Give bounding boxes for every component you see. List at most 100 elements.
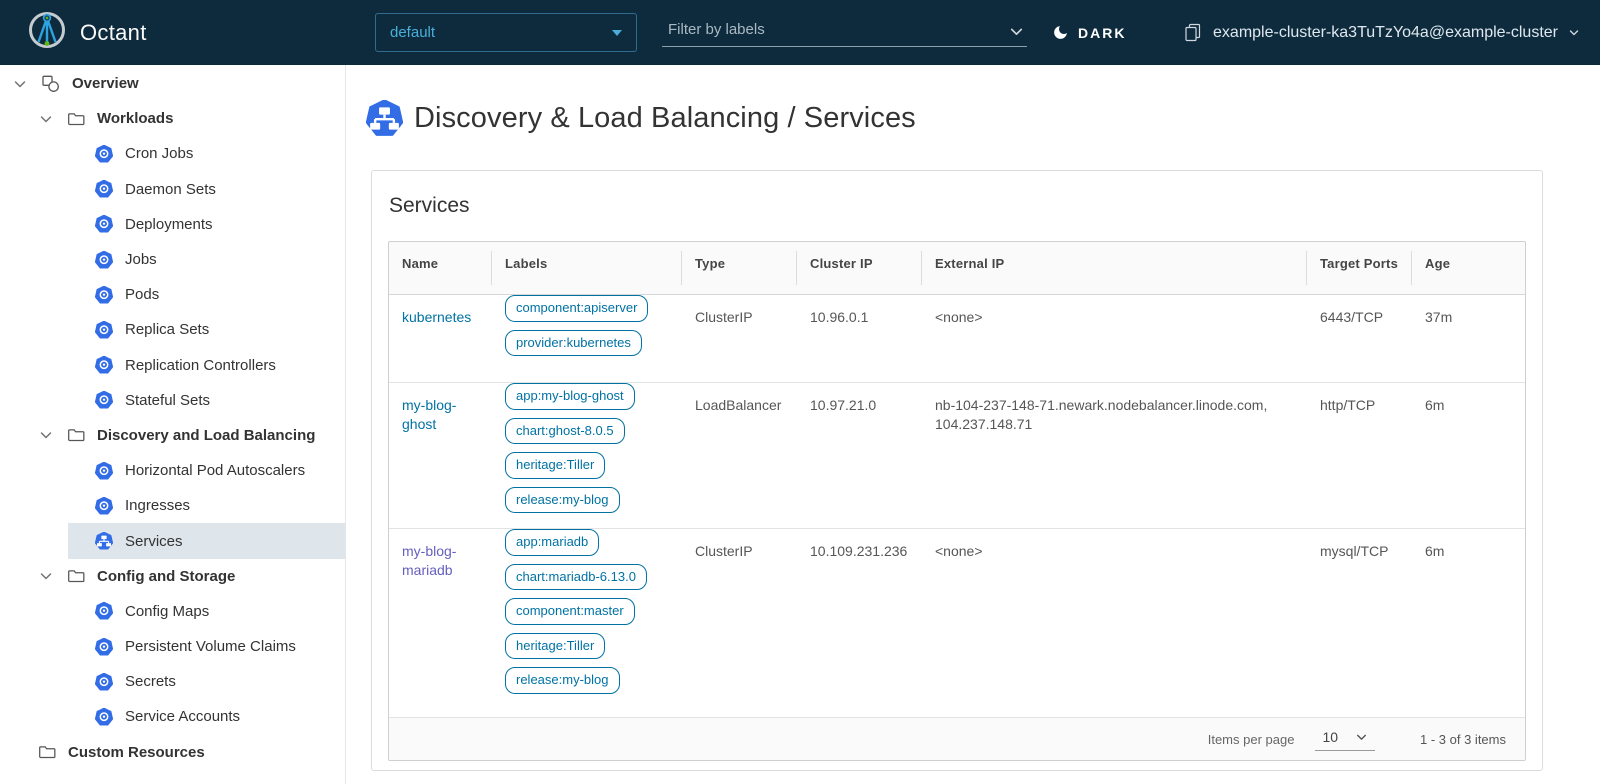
service-link[interactable]: my-blog-mariadb bbox=[402, 543, 456, 578]
cell-age: 6m bbox=[1412, 383, 1525, 528]
stateful-sets-icon bbox=[95, 391, 113, 409]
table-header-row: NameLabelsTypeCluster IPExternal IPTarge… bbox=[389, 242, 1525, 295]
label-badge[interactable]: app:my-blog-ghost bbox=[505, 383, 635, 410]
sidebar-item-replica-sets[interactable]: Replica Sets bbox=[68, 312, 345, 347]
sidebar-item-deployments[interactable]: Deployments bbox=[68, 207, 345, 242]
services-card: Services NameLabelsTypeCluster IPExterna… bbox=[371, 170, 1543, 771]
cell-age: 37m bbox=[1412, 295, 1525, 382]
label-filter-input[interactable] bbox=[662, 21, 1008, 42]
column-header-target-ports: Target Ports bbox=[1307, 242, 1412, 294]
octant-logo[interactable]: Octant bbox=[28, 0, 147, 65]
folder-icon bbox=[67, 110, 85, 128]
label-badge[interactable]: heritage:Tiller bbox=[505, 452, 605, 479]
sidebar-item-cron-jobs[interactable]: Cron Jobs bbox=[68, 136, 345, 171]
sidebar-item-label: Overview bbox=[72, 75, 139, 92]
sidebar-item-label: Discovery and Load Balancing bbox=[97, 427, 315, 444]
cell-target-ports: http/TCP bbox=[1307, 383, 1412, 528]
chevron-down-icon[interactable] bbox=[12, 76, 28, 92]
sidebar-item-horizontal-pod-autoscalers[interactable]: Horizontal Pod Autoscalers bbox=[68, 453, 345, 488]
cell-cluster-ip: 10.97.21.0 bbox=[797, 383, 922, 528]
sidebar-item-ingresses[interactable]: Ingresses bbox=[68, 488, 345, 523]
main-content: Discovery & Load Balancing / Services Se… bbox=[346, 65, 1600, 784]
cell-labels: component:apiserver provider:kubernetes bbox=[492, 295, 682, 382]
service-link[interactable]: kubernetes bbox=[402, 309, 471, 325]
sidebar-item-config-maps[interactable]: Config Maps bbox=[68, 594, 345, 629]
column-header-cluster-ip: Cluster IP bbox=[797, 242, 922, 294]
label-badge[interactable]: component:master bbox=[505, 598, 635, 625]
chevron-down-icon bbox=[1568, 27, 1580, 39]
chevron-down-icon[interactable] bbox=[38, 427, 54, 443]
sidebar-item-discovery-and-load-balancing[interactable]: Discovery and Load Balancing bbox=[0, 418, 345, 453]
cluster-context-switcher[interactable]: example-cluster-ka3TuTzYo4a@example-clus… bbox=[1184, 0, 1580, 65]
sidebar-item-label: Workloads bbox=[97, 110, 173, 127]
config-maps-icon bbox=[95, 602, 113, 620]
chevron-down-icon bbox=[1355, 731, 1368, 744]
replication-controllers-icon bbox=[95, 356, 113, 374]
label-badge[interactable]: app:mariadb bbox=[505, 529, 599, 556]
items-per-page-value: 10 bbox=[1322, 729, 1338, 745]
namespace-selected-value: default bbox=[390, 24, 435, 41]
sidebar-item-label: Ingresses bbox=[125, 497, 190, 514]
sidebar-item-secrets[interactable]: Secrets bbox=[68, 664, 345, 699]
page-title-block: Discovery & Load Balancing / Services bbox=[366, 100, 1600, 137]
table-footer: Items per page 10 1 - 3 of 3 items bbox=[389, 717, 1525, 760]
theme-toggle-label: DARK bbox=[1078, 25, 1126, 41]
table-row: my-blog-mariadb app:mariadb chart:mariadb-… bbox=[389, 529, 1525, 717]
label-badge[interactable]: release:my-blog bbox=[505, 487, 620, 514]
external-ip-value: <none> bbox=[935, 308, 983, 327]
sidebar-item-label: Stateful Sets bbox=[125, 392, 210, 409]
chevron-down-icon[interactable] bbox=[38, 111, 54, 127]
external-ip-value: <none> bbox=[935, 542, 983, 561]
replica-sets-icon bbox=[95, 321, 113, 339]
dropdown-caret-icon bbox=[612, 30, 622, 36]
table-row: my-blog-ghost app:my-blog-ghost chart:ghos… bbox=[389, 383, 1525, 529]
sidebar-item-custom-resources[interactable]: Custom Resources bbox=[0, 735, 345, 770]
sidebar-item-services[interactable]: Services bbox=[68, 523, 345, 558]
sidebar-item-pods[interactable]: Pods bbox=[68, 277, 345, 312]
sidebar-item-replication-controllers[interactable]: Replication Controllers bbox=[68, 348, 345, 383]
sidebar-item-daemon-sets[interactable]: Daemon Sets bbox=[68, 172, 345, 207]
sidebar-item-label: Replica Sets bbox=[125, 321, 209, 338]
top-header: Octant default DARK example-cluster-ka3T… bbox=[0, 0, 1600, 65]
label-badge[interactable]: chart:mariadb-6.13.0 bbox=[505, 564, 647, 591]
pagination-range: 1 - 3 of 3 items bbox=[1420, 732, 1506, 747]
cell-cluster-ip: 10.96.0.1 bbox=[797, 295, 922, 382]
sidebar-item-label: Config and Storage bbox=[97, 568, 235, 585]
sidebar-item-config-and-storage[interactable]: Config and Storage bbox=[0, 559, 345, 594]
chevron-down-icon[interactable] bbox=[1008, 23, 1027, 40]
folder-icon bbox=[67, 426, 85, 444]
column-header-labels: Labels bbox=[492, 242, 682, 294]
label-badge[interactable]: chart:ghost-8.0.5 bbox=[505, 418, 625, 445]
sidebar-item-service-accounts[interactable]: Service Accounts bbox=[68, 699, 345, 734]
service-link[interactable]: my-blog-ghost bbox=[402, 397, 456, 432]
octant-logo-icon bbox=[28, 11, 66, 54]
namespace-select[interactable]: default bbox=[375, 13, 637, 52]
sidebar-item-label: Replication Controllers bbox=[125, 357, 276, 374]
dark-theme-toggle[interactable]: DARK bbox=[1046, 0, 1132, 65]
table-body: kubernetes component:apiserver provider:ku… bbox=[389, 295, 1525, 717]
sidebar-item-workloads[interactable]: Workloads bbox=[0, 101, 345, 136]
label-badge[interactable]: heritage:Tiller bbox=[505, 633, 605, 660]
chevron-down-icon[interactable] bbox=[38, 568, 54, 584]
sidebar-item-stateful-sets[interactable]: Stateful Sets bbox=[68, 383, 345, 418]
label-filter bbox=[662, 16, 1027, 47]
label-badge[interactable]: release:my-blog bbox=[505, 667, 620, 694]
label-badge[interactable]: provider:kubernetes bbox=[505, 330, 642, 357]
services-table: NameLabelsTypeCluster IPExternal IPTarge… bbox=[388, 241, 1526, 761]
sidebar-item-overview[interactable]: Overview bbox=[0, 66, 345, 101]
services-icon bbox=[95, 532, 113, 550]
sidebar-item-jobs[interactable]: Jobs bbox=[68, 242, 345, 277]
cell-labels: app:mariadb chart:mariadb-6.13.0 component… bbox=[492, 529, 682, 717]
sidebar-item-persistent-volume-claims[interactable]: Persistent Volume Claims bbox=[68, 629, 345, 664]
service-accounts-icon bbox=[95, 708, 113, 726]
copy-window-icon bbox=[1184, 23, 1203, 42]
column-header-name: Name bbox=[389, 242, 492, 294]
column-header-age: Age bbox=[1412, 242, 1525, 294]
page-title: Discovery & Load Balancing / Services bbox=[414, 102, 916, 135]
cell-cluster-ip: 10.109.231.236 bbox=[797, 529, 922, 717]
label-badge[interactable]: component:apiserver bbox=[505, 295, 648, 322]
jobs-icon bbox=[95, 251, 113, 269]
deployments-icon bbox=[95, 215, 113, 233]
items-per-page-select[interactable]: 10 bbox=[1315, 727, 1375, 751]
secrets-icon bbox=[95, 673, 113, 691]
